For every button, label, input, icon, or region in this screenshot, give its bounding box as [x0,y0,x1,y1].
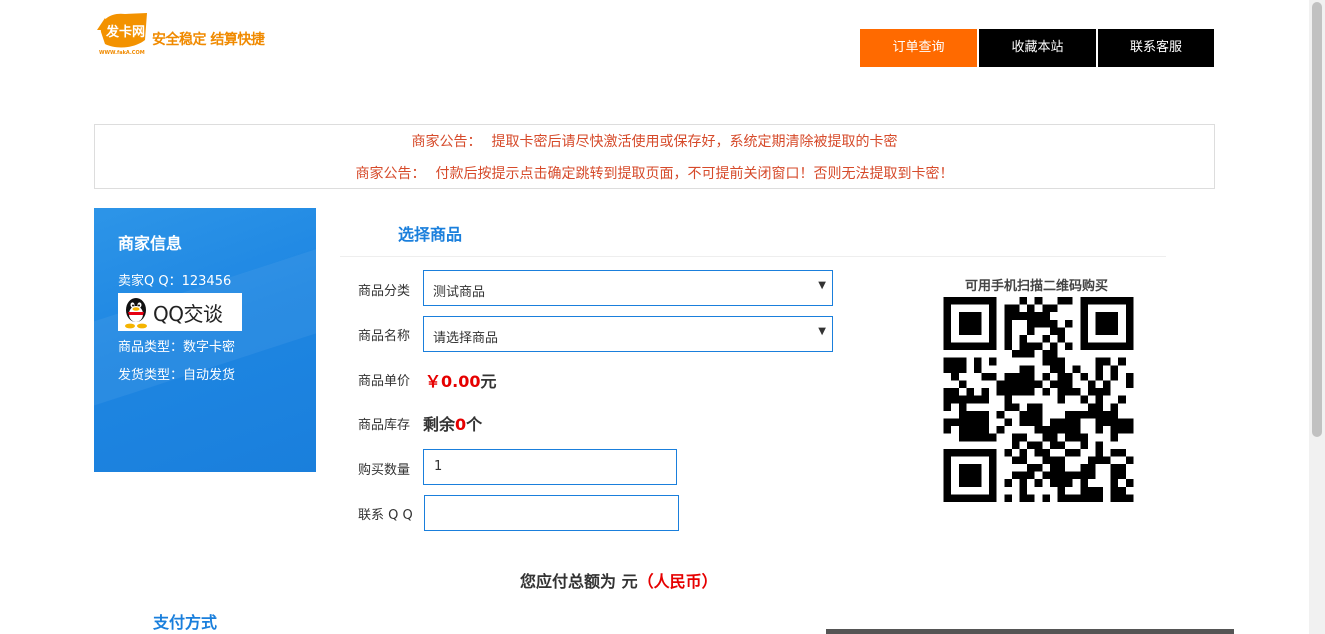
seller-qq-value: 123456 [181,274,232,289]
seller-qq: 卖家Q Q：123456 [118,270,231,289]
notice-text: 提取卡密后请尽快激活使用或保存好，系统定期清除被提取的卡密 [491,134,898,150]
notice-label: 商家公告： [355,166,426,182]
logo-mark-icon: 发卡网 [97,13,147,48]
nav-contact-service-button[interactable]: 联系客服 [1098,29,1214,67]
contact-qq-label: 联系 Q Q [358,508,413,523]
category-label: 商品分类 [358,284,411,299]
product-name-select-value: 请选择商品 [433,331,499,346]
unit-price-currency: 元 [480,372,497,391]
page-scrollbar[interactable] [1309,0,1325,634]
notice-line: 商家公告： 付款后按提示点击确定跳转到提取页面，不可提前关闭窗口！否则无法提取到卡… [95,163,1214,183]
stock-label: 商品库存 [358,418,411,433]
page: 发卡网 安全稳定 结算快捷 WWW.fakA.COM 订单查询 收藏本站 联系客… [0,0,1325,634]
stock-suffix: 个 [466,415,483,434]
scrollbar-thumb[interactable] [1312,2,1322,437]
notice-line: 商家公告： 提取卡密后请尽快激活使用或保存好，系统定期清除被提取的卡密 [95,131,1214,151]
merchant-title: 商家信息 [118,234,183,253]
unit-price-value: ￥0.00 [425,372,481,391]
bottom-toolbar-edge [826,629,1234,634]
total-amount-text: 您应付总额为 元 [520,572,638,591]
stock-count: 0 [455,415,467,434]
seller-qq-label: 卖家Q Q： [118,274,182,289]
nav-order-query-button[interactable]: 订单查询 [860,29,977,67]
merchant-info-panel: 商家信息 卖家Q Q：123456 QQ交谈 商品类型：数字卡密 发货类型：自动… [94,208,316,472]
unit-price-label: 商品单价 [358,374,411,389]
payment-method-title: 支付方式 [153,613,218,632]
notice-label: 商家公告： [411,134,482,150]
product-name-label: 商品名称 [358,329,411,344]
contact-qq-input[interactable] [424,495,679,531]
logo-mark-text: 发卡网 [105,24,145,40]
quantity-label: 购买数量 [358,463,411,478]
stock-prefix: 剩余 [423,415,456,434]
logo-slogan: 安全稳定 结算快捷 [152,32,265,48]
section-divider [340,256,1166,257]
ship-type: 发货类型：自动发货 [118,364,235,383]
product-type-label: 商品类型： [118,340,184,355]
qr-code-image [943,297,1134,502]
top-nav: 订单查询 收藏本站 联系客服 [860,29,1214,67]
select-product-title: 选择商品 [398,225,463,244]
product-type: 商品类型：数字卡密 [118,336,235,355]
quantity-input[interactable]: 1 [423,449,677,485]
qr-tip: 可用手机扫描二维码购买 [965,279,1109,294]
qq-chat-label: QQ交谈 [153,301,223,326]
ship-type-label: 发货类型： [118,368,184,383]
ship-type-value: 自动发货 [183,368,236,383]
category-select[interactable]: 测试商品 ▼ [423,270,833,306]
qq-penguin-icon [125,298,147,329]
notice-text: 付款后按提示点击确定跳转到提取页面，不可提前关闭窗口！否则无法提取到卡密！ [435,166,954,182]
site-logo[interactable]: 发卡网 安全稳定 结算快捷 WWW.fakA.COM [95,10,270,58]
logo-url: WWW.fakA.COM [99,50,145,56]
stock: 剩余0个 [423,411,482,435]
total-amount: 您应付总额为 元（人民币） [520,568,718,592]
chevron-down-icon: ▼ [818,326,826,337]
notice-box: 商家公告： 提取卡密后请尽快激活使用或保存好，系统定期清除被提取的卡密 商家公告：… [94,124,1215,189]
product-type-value: 数字卡密 [183,340,236,355]
qq-chat-button[interactable]: QQ交谈 [118,293,242,331]
chevron-down-icon: ▼ [818,280,826,291]
unit-price: ￥0.00元 [425,368,497,392]
total-currency: （人民币） [637,572,718,591]
product-name-select[interactable]: 请选择商品 ▼ [423,316,833,352]
category-select-value: 测试商品 [433,285,486,300]
nav-bookmark-button[interactable]: 收藏本站 [979,29,1096,67]
